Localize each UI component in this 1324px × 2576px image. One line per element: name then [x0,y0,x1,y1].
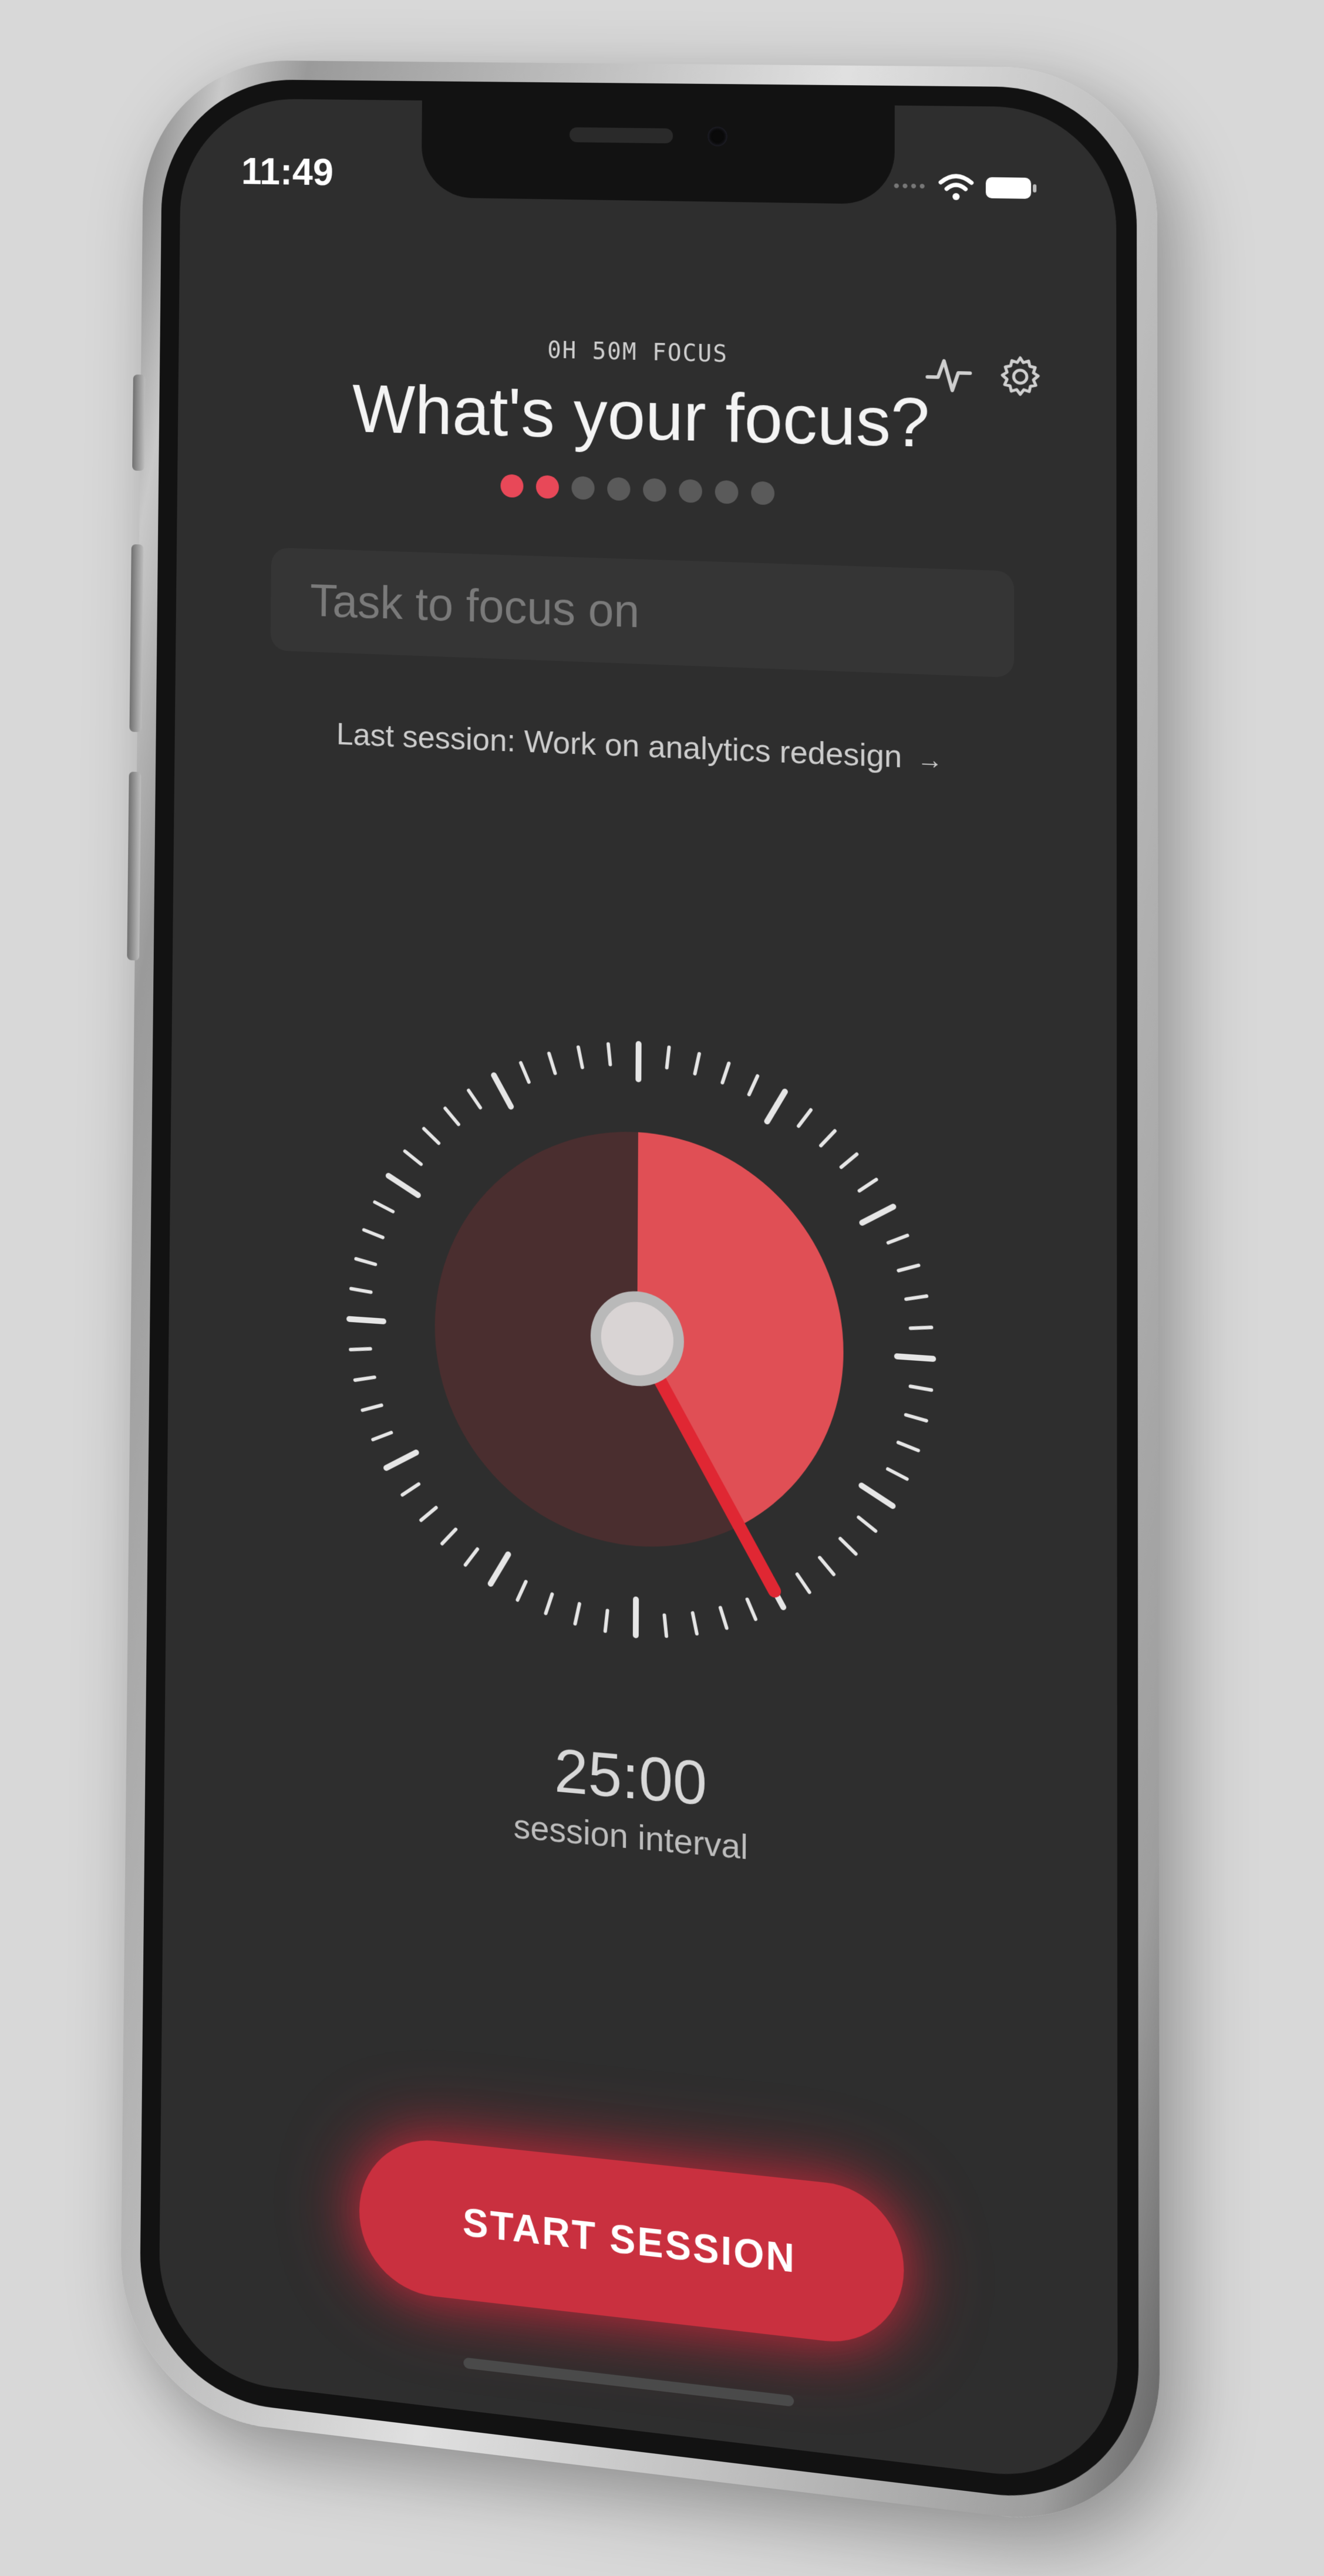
dial-minor-tick [906,1295,927,1301]
dial-minor-tick [362,1404,381,1411]
last-session-link[interactable]: Last session: Work on analytics redesign… [175,710,1117,784]
dial-minor-tick [664,1615,666,1636]
dial-minor-tick [898,1442,918,1451]
dial-minor-tick [466,1548,477,1566]
mute-switch [132,374,146,471]
dial-minor-tick [469,1091,480,1108]
dial-major-tick [388,1176,418,1195]
dial-minor-tick [898,1264,918,1272]
notch [421,100,895,205]
dial-minor-tick [402,1483,419,1496]
dial-minor-tick [356,1259,375,1264]
dial-minor-tick [608,1044,611,1064]
front-camera [708,126,727,147]
status-time: 11:49 [241,150,334,193]
timer-dial-svg[interactable] [289,967,993,1725]
dial-minor-tick [605,1610,608,1631]
device-mockup: 11:49 •••• 0H 50M FOCUS What's your focu… [0,0,1324,2576]
dial-minor-tick [888,1234,908,1244]
step-dot [643,478,666,503]
phone: 11:49 •••• 0H 50M FOCUS What's your focu… [119,59,1160,2535]
dial-minor-tick [355,1376,375,1382]
dial-minor-tick [424,1129,439,1144]
dial-major-tick [767,1091,785,1122]
dial-minor-tick [821,1130,835,1147]
dial-minor-tick [911,1387,932,1390]
dial-minor-tick [351,1289,371,1292]
dial-minor-tick [578,1047,582,1068]
task-input[interactable] [270,547,1015,678]
dial-major-tick [494,1075,511,1107]
dial-minor-tick [421,1506,436,1521]
dial-minor-tick [521,1063,529,1083]
dial-minor-tick [841,1153,857,1168]
status-indicators: •••• [894,173,1039,203]
dial-minor-tick [820,1557,834,1574]
dial-minor-tick [351,1347,370,1351]
dial-minor-tick [695,1054,699,1074]
arrow-right-icon: → [917,744,944,776]
app-screen: 11:49 •••• 0H 50M FOCUS What's your focu… [158,97,1118,2489]
dial-minor-tick [405,1151,422,1164]
step-dot [715,480,739,504]
volume-up-button [129,544,144,733]
dial-minor-tick [797,1574,810,1593]
dial-minor-tick [720,1608,727,1628]
dial-major-tick [491,1553,508,1585]
dial-minor-tick [364,1230,383,1238]
battery-icon [985,175,1038,201]
signal-icon: •••• [893,176,928,197]
dial-minor-tick [747,1599,756,1619]
dial-major-tick [386,1451,416,1471]
start-session-button[interactable]: START SESSION [358,2133,904,2350]
dial-minor-tick [840,1539,855,1554]
dial-minor-tick [546,1594,552,1614]
step-dot [607,477,631,501]
dial-minor-tick [442,1528,456,1545]
dial-major-tick [861,1486,892,1506]
dial-minor-tick [858,1518,875,1531]
dial-minor-tick [799,1110,811,1127]
step-dot [679,479,702,503]
volume-down-button [127,771,142,961]
dial-minor-tick [445,1108,459,1124]
dial-minor-tick [888,1469,907,1479]
dial-major-tick [862,1205,893,1225]
dial-minor-tick [906,1415,927,1421]
home-indicator [463,2357,794,2407]
step-dot [500,474,524,498]
dial-minor-tick [911,1326,932,1330]
dial-minor-tick [667,1047,669,1068]
dial-minor-tick [860,1179,877,1192]
step-dot [535,475,560,499]
dial-minor-tick [693,1613,697,1634]
dial-major-tick [897,1356,933,1358]
step-dot [571,476,595,500]
dial-minor-tick [549,1054,555,1074]
wifi-icon [938,173,974,202]
timer-dial[interactable] [289,967,993,1725]
dial-minor-tick [373,1431,391,1441]
step-indicator [177,465,1116,515]
dial-minor-tick [749,1075,757,1095]
dial-minor-tick [575,1603,579,1624]
last-session-text: Last session: Work on analytics redesign [336,716,902,775]
dial-minor-tick [517,1581,525,1600]
dial-minor-tick [722,1063,729,1083]
dial-minor-tick [375,1202,393,1212]
step-dot [751,481,775,505]
dial-major-tick [349,1319,383,1321]
speaker-grille [569,127,673,144]
